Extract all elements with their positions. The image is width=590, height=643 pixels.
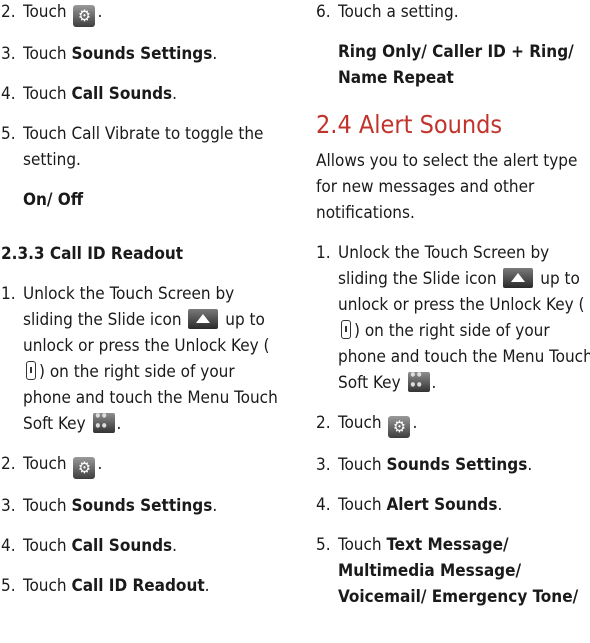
- step-number: 5.: [316, 535, 331, 555]
- step-unlock: 1. Unlock the Touch Screen by sliding th…: [316, 240, 590, 396]
- step-number: 3.: [316, 455, 331, 475]
- period: .: [212, 44, 218, 64]
- period: .: [212, 496, 218, 516]
- step-text: ) on the right side of your phone and to…: [23, 362, 278, 434]
- step-sounds-settings: 3. Touch Sounds Settings.: [1, 493, 281, 519]
- step-text: Touch: [23, 44, 72, 64]
- step-bold-text: Call Sounds: [71, 84, 173, 104]
- step-call-vibrate: 5. Touch Call Vibrate to toggle the sett…: [1, 121, 281, 173]
- step-number: 6.: [316, 2, 331, 22]
- settings-gear-icon: ⚙: [73, 457, 96, 479]
- step-sounds-settings: 3. Touch Sounds Settings.: [316, 452, 590, 478]
- step-number: 3.: [1, 496, 16, 516]
- step-text: ) on the right side of your phone and to…: [338, 321, 590, 393]
- step-number: 1.: [316, 243, 331, 263]
- step-text: Touch: [338, 535, 387, 555]
- step-alert-type: 5. Touch Text Message/ Multimedia Messag…: [316, 532, 590, 610]
- step-call-sounds: 4. Touch Call Sounds.: [1, 81, 281, 107]
- step-text: Touch: [23, 576, 72, 596]
- period: .: [412, 413, 418, 433]
- section-title: 2.4 Alert Sounds: [316, 110, 503, 139]
- step-bold-text: Call ID Readout: [71, 576, 205, 596]
- period: .: [97, 2, 103, 22]
- settings-gear-icon: ⚙: [388, 416, 411, 438]
- step-text: Touch: [23, 2, 67, 22]
- unlock-key-icon: [26, 361, 36, 380]
- step-number: 2.: [316, 413, 331, 433]
- slide-up-icon: [188, 309, 219, 329]
- step-number: 5.: [1, 124, 16, 144]
- step-text: Touch: [23, 84, 72, 104]
- step-bold-text: Sounds Settings: [71, 44, 213, 64]
- slide-up-icon: [503, 268, 534, 288]
- step-touch-settings: 2. Touch ⚙.: [1, 451, 281, 479]
- step-number: 5.: [1, 576, 16, 596]
- step-number: 3.: [1, 44, 16, 64]
- section-intro: Allows you to select the alert type for …: [316, 151, 578, 223]
- period: .: [431, 373, 437, 393]
- step-text: Touch: [338, 455, 387, 475]
- step-touch-settings: 2. Touch ⚙.: [316, 410, 590, 438]
- step-text: Touch: [338, 495, 387, 515]
- step-text: Touch Call Vibrate to toggle the setting…: [23, 124, 264, 170]
- menu-soft-key-icon: [92, 411, 115, 433]
- settings-gear-icon: ⚙: [73, 5, 96, 27]
- step-bold-text: Call Sounds: [71, 536, 173, 556]
- step-touch-setting: 6. Touch a setting.: [316, 0, 590, 25]
- left-column: 2. Touch ⚙. 3. Touch Sounds Settings. 4.…: [1, 0, 281, 613]
- step-bold-text: Alert Sounds: [386, 495, 498, 515]
- step-number: 4.: [1, 536, 16, 556]
- step-call-sounds: 4. Touch Call Sounds.: [1, 533, 281, 559]
- menu-soft-key-icon: [407, 370, 430, 392]
- period: .: [497, 495, 503, 515]
- period: .: [172, 84, 178, 104]
- subsection-heading: 2.3.3 Call ID Readout: [1, 244, 184, 264]
- step-number: 1.: [1, 284, 16, 304]
- period: .: [97, 454, 103, 474]
- step-text: Touch: [338, 413, 382, 433]
- step-number: 4.: [1, 84, 16, 104]
- period: .: [172, 536, 178, 556]
- step-number: 2.: [1, 454, 16, 474]
- step-text: Touch a setting.: [338, 2, 459, 22]
- step-touch-settings: 2. Touch ⚙.: [1, 0, 281, 27]
- step-call-id-readout: 5. Touch Call ID Readout.: [1, 573, 281, 599]
- step-text: Touch: [23, 496, 72, 516]
- unlock-key-icon: [341, 320, 351, 339]
- step-sounds-settings: 3. Touch Sounds Settings.: [1, 41, 281, 67]
- step-bold-text: Sounds Settings: [386, 455, 528, 475]
- step-text: Touch: [23, 536, 72, 556]
- step-unlock: 1. Unlock the Touch Screen by sliding th…: [1, 281, 281, 437]
- period: .: [204, 576, 210, 596]
- period: .: [527, 455, 533, 475]
- options-ring: Ring Only/ Caller ID + Ring/ Name Repeat: [338, 42, 574, 88]
- step-number: 2.: [1, 2, 16, 22]
- step-bold-text: Sounds Settings: [71, 496, 213, 516]
- period: .: [116, 414, 122, 434]
- right-column: 6. Touch a setting. Ring Only/ Caller ID…: [316, 0, 590, 624]
- step-number: 4.: [316, 495, 331, 515]
- step-alert-sounds: 4. Touch Alert Sounds.: [316, 492, 590, 518]
- options-on-off: On/ Off: [23, 190, 84, 210]
- step-text: Touch: [23, 454, 67, 474]
